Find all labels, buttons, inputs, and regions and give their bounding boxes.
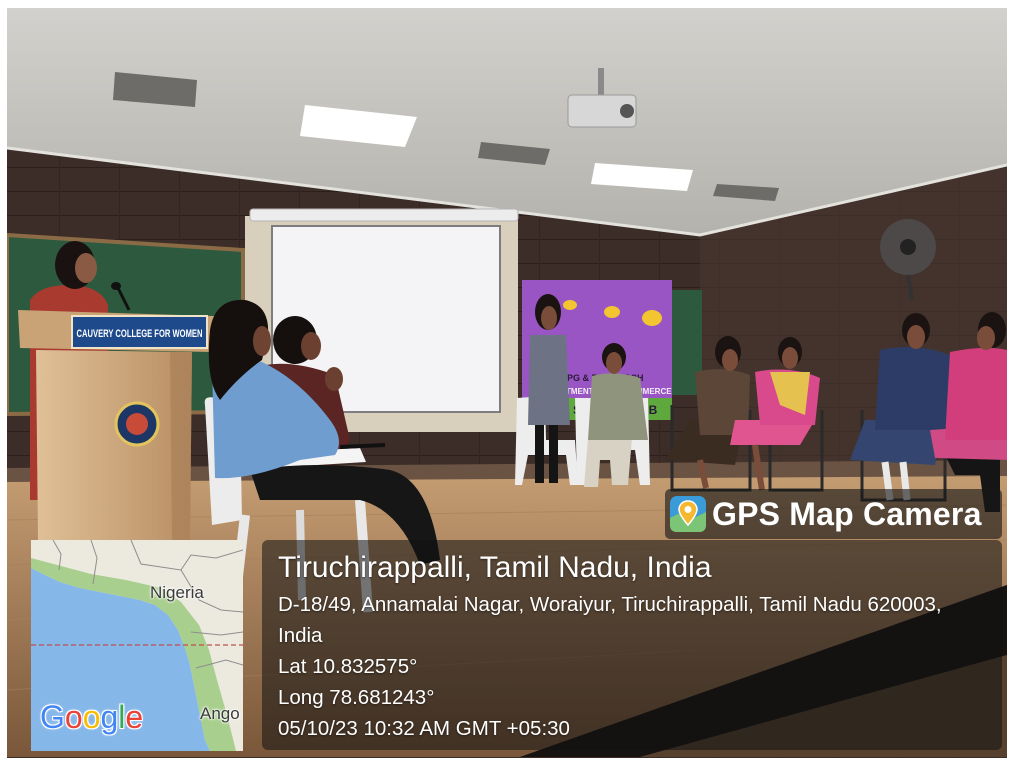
projector-mount <box>598 68 604 96</box>
person-face <box>782 347 798 369</box>
map-thumbnail: Nigeria Ango Google <box>31 540 243 751</box>
google-logo-letter: e <box>125 699 144 735</box>
person-leg <box>549 425 558 483</box>
person-face <box>977 326 995 350</box>
map-label-angola: Ango <box>200 704 240 723</box>
fan-hub <box>900 239 916 255</box>
location-title: Tiruchirappalli, Tamil Nadu, India <box>278 551 712 584</box>
person-hand <box>325 367 343 391</box>
google-logo-letter: G <box>40 699 65 735</box>
icon-pin-center <box>684 506 692 513</box>
person-body <box>945 347 1007 440</box>
bee-graphic <box>563 300 577 310</box>
google-logo: Google <box>40 697 143 737</box>
screen-roller <box>249 208 519 222</box>
timestamp: 05/10/23 10:32 AM GMT +05:30 <box>278 717 570 740</box>
banner-text: TMENT <box>566 387 594 396</box>
podium-sign-text: CAUVERY COLLEGE FOR WOMEN <box>77 328 203 340</box>
person-body <box>528 335 570 425</box>
gps-map-camera-badge: GPS Map Camera <box>665 489 1002 539</box>
person-body <box>875 346 955 430</box>
microphone <box>111 282 121 290</box>
person-face <box>907 325 925 349</box>
emblem-center <box>126 413 148 435</box>
address-country: India <box>278 624 323 647</box>
map-pin-icon <box>670 496 706 532</box>
map-label-nigeria: Nigeria <box>150 583 204 602</box>
map-pin-icon-graphic <box>670 496 706 532</box>
bee-graphic <box>642 310 662 326</box>
person-face <box>722 349 738 371</box>
address-line: D-18/49, Annamalai Nagar, Woraiyur, Tiru… <box>278 593 942 616</box>
badge-label: GPS Map Camera <box>712 496 982 532</box>
person-face <box>541 306 557 330</box>
podium: CAUVERY COLLEGE FOR WOMEN <box>18 310 214 540</box>
location-info-panel: Tiruchirappalli, Tamil Nadu, India D-18/… <box>262 540 1002 750</box>
podium-side-shadow <box>170 352 192 540</box>
person-face <box>253 326 271 356</box>
podium-body <box>36 350 192 540</box>
latitude: Lat 10.832575° <box>278 655 418 678</box>
projector-lens <box>620 104 634 118</box>
bee-graphic <box>604 306 620 318</box>
person-face <box>606 352 622 374</box>
google-logo-letter: o <box>64 699 83 735</box>
google-logo-letter: o <box>82 699 101 735</box>
person-body <box>588 373 648 440</box>
person-face <box>301 332 321 360</box>
speaker-face <box>75 253 97 283</box>
location-details: D-18/49, Annamalai Nagar, Woraiyur, Tiru… <box>278 589 942 744</box>
handheld-microphone <box>339 443 386 449</box>
google-logo-letter: g <box>100 699 119 735</box>
longitude: Long 78.681243° <box>278 686 435 709</box>
person-leg <box>535 425 544 483</box>
